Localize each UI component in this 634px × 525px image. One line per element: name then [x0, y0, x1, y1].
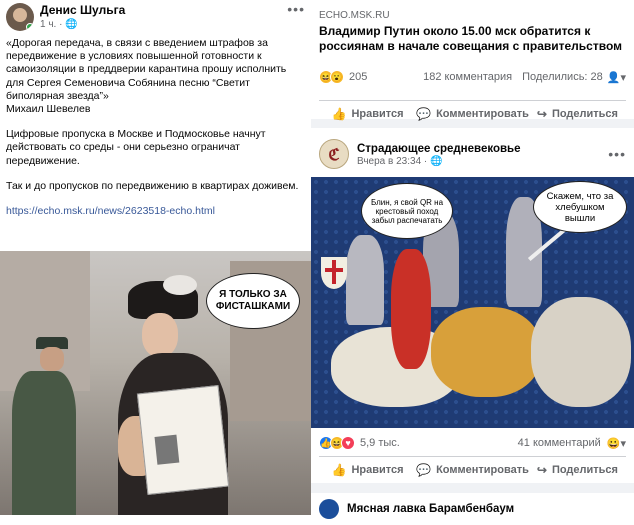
post-meta: Денис Шульга 1 ч. · 🌐 [40, 3, 287, 31]
share-icon: ↪ [536, 463, 547, 477]
comments-count[interactable]: 182 комментария [423, 71, 512, 83]
action-bar: 👍 Нравится 💬 Комментировать ↪ Поделиться [319, 100, 626, 127]
meme-thought-bubble: Я ТОЛЬКО ЗА ФИСТАШКАМИ [206, 273, 300, 329]
right-feed: ECHO.MSK.RU Владимир Путин около 15.00 м… [311, 0, 634, 519]
link-domain: ECHO.MSK.RU [319, 10, 390, 21]
comment-icon: 💬 [416, 463, 432, 477]
signature: Михаил Шевелев [6, 103, 91, 116]
article-link[interactable]: https://echo.msk.ru/news/2623518-echo.ht… [6, 205, 215, 217]
reactions-count[interactable]: 205 [349, 71, 367, 83]
cross-shield-icon [321, 257, 347, 289]
paragraph-quote: «Дорогая передача, в связи с введением ш… [6, 37, 287, 102]
post-header: Денис Шульга 1 ч. · 🌐 ••• [0, 0, 311, 34]
link-headline[interactable]: Владимир Путин около 15.00 мск обратится… [311, 21, 634, 54]
speech-bubble-right: Скажем, что за хлебушком вышли [533, 181, 627, 233]
post-header: Мясная лавка Барамбенбаум [311, 493, 634, 525]
action-bar: 👍 Нравится 💬 Комментировать ↪ Поделиться [319, 456, 626, 483]
speech-bubble-left: Блин, я свой QR на крестовый поход забыл… [361, 183, 453, 239]
paragraph-passes: Цифровые пропуска в Москве и Подмосковье… [6, 128, 266, 167]
thumbs-up-icon: 👍 [331, 463, 347, 477]
page-avatar[interactable] [319, 499, 339, 519]
next-post-card: Мясная лавка Барамбенбаум [311, 493, 634, 519]
passport-image [136, 384, 230, 496]
post-header: ℭ Страдающее средневековье Вчера в 23:34… [311, 128, 634, 172]
wow-reaction-icon: 😮 [330, 70, 344, 84]
reactions-count[interactable]: 5,9 тыс. [360, 437, 400, 449]
heart-reaction-icon: ♥ [341, 436, 355, 450]
avatar[interactable]: 😀▾ [607, 437, 626, 450]
author-name[interactable]: Денис Шульга [40, 3, 287, 18]
page-name[interactable]: Страдающее средневековье [357, 142, 608, 156]
meme-image[interactable]: Я ТОЛЬКО ЗА ФИСТАШКАМИ [0, 251, 311, 515]
policeman-figure [4, 337, 76, 515]
avatar[interactable] [6, 3, 34, 31]
comment-icon: 💬 [416, 107, 432, 121]
post-text: «Дорогая передача, в связи с введением ш… [0, 34, 311, 233]
post-time[interactable]: Вчера в 23:34 · 🌐 [357, 156, 608, 167]
online-status-icon [26, 23, 34, 31]
post-time[interactable]: 1 ч. · 🌐 [40, 18, 287, 31]
comment-button[interactable]: 💬 Комментировать [416, 107, 529, 121]
reaction-stats: 😆 😮 205 182 комментария Поделились: 28 👤… [311, 66, 634, 88]
reaction-stats: 👍 😆 ♥ 5,9 тыс. 41 комментарий 😀▾ [311, 432, 634, 454]
avatar[interactable]: 👤▾ [607, 71, 626, 84]
shares-count[interactable]: Поделились: 28 [522, 71, 603, 83]
like-button[interactable]: 👍 Нравится [319, 107, 416, 121]
globe-icon: 🌐 [65, 19, 78, 30]
left-post: Денис Шульга 1 ч. · 🌐 ••• «Дорогая перед… [0, 0, 311, 515]
paragraph-joke: Так и до пропусков по передвижению в ква… [6, 179, 299, 192]
reaction-icons[interactable]: 👍 😆 ♥ [319, 436, 355, 450]
globe-icon: 🌐 [430, 155, 443, 167]
share-button[interactable]: ↪ Поделиться [529, 107, 626, 121]
comment-button[interactable]: 💬 Комментировать [416, 463, 529, 477]
comments-count[interactable]: 41 комментарий [518, 437, 601, 449]
page-avatar[interactable]: ℭ [319, 139, 349, 169]
share-icon: ↪ [536, 107, 547, 121]
meme-post-card: ℭ Страдающее средневековье Вчера в 23:34… [311, 128, 634, 483]
page-name[interactable]: Мясная лавка Барамбенбаум [347, 503, 514, 515]
more-options-icon[interactable]: ••• [608, 147, 626, 161]
link-post-card: ECHO.MSK.RU Владимир Путин около 15.00 м… [311, 0, 634, 121]
like-button[interactable]: 👍 Нравится [319, 463, 416, 477]
more-options-icon[interactable]: ••• [287, 2, 305, 16]
medieval-meme-image[interactable]: Блин, я свой QR на крестовый поход забыл… [311, 177, 634, 428]
reaction-icons[interactable]: 😆 😮 [319, 70, 344, 84]
thumbs-up-icon: 👍 [331, 107, 347, 121]
share-button[interactable]: ↪ Поделиться [529, 463, 626, 477]
